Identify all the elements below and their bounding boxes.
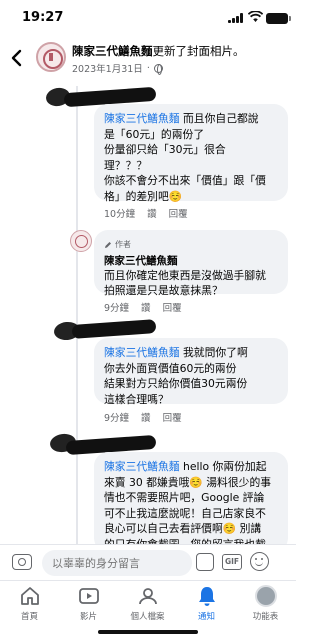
- comment-composer: GIF: [0, 544, 296, 580]
- comment-time: 9分鐘: [104, 303, 130, 314]
- camera-icon[interactable]: [12, 554, 32, 570]
- post-date[interactable]: 2023年1月31日: [72, 61, 143, 75]
- comment-text-line: 來賣 30 都嫌貴哦☺️ 湯料很少的事: [104, 475, 272, 489]
- tab-video[interactable]: 影片: [59, 585, 118, 622]
- post-header: 陳家三代鱔魚麵更新了封面相片。 2023年1月31日 ·: [0, 38, 296, 80]
- battery-icon: [266, 13, 291, 24]
- sticker-icon[interactable]: [196, 553, 214, 571]
- page-name[interactable]: 陳家三代鱔魚麵: [72, 44, 153, 58]
- mention-link[interactable]: 陳家三代鱔魚麵: [104, 460, 180, 473]
- comment-text-line: 你去外面買價值60元的兩份: [104, 361, 237, 375]
- tab-profile[interactable]: 個人檔案: [118, 585, 177, 622]
- post-title: 陳家三代鱔魚麵更新了封面相片。: [72, 44, 245, 59]
- tab-menu[interactable]: 功能表: [236, 585, 295, 622]
- comment-text-line: 這樣合理嗎？: [104, 392, 169, 406]
- comment-actions: 10分鐘 讚 回覆: [104, 206, 188, 220]
- like-button[interactable]: 讚: [141, 300, 151, 314]
- comment-time: 10分鐘: [104, 209, 136, 220]
- comment-text-line: 格」的差別吧☺️: [104, 189, 183, 203]
- like-button[interactable]: 讚: [147, 206, 157, 220]
- comment-text-line: 良心可以自己去看評價啊☺️ 別講: [104, 522, 262, 535]
- comment-actions: 9分鐘 讚 回覆: [104, 300, 182, 314]
- bell-icon: [198, 587, 215, 606]
- video-icon: [78, 588, 99, 604]
- globe-icon: [153, 63, 163, 75]
- post-action: 更新了封面相片。: [152, 44, 245, 58]
- back-arrow-icon[interactable]: [6, 46, 28, 70]
- comment-text-line: 可不止我這麼說呢！自己店家良不: [104, 506, 266, 520]
- comment-bubble[interactable]: 陳家三代鱔魚麵 而且你自己都說 是「60元」的兩份了 份量卻只給「30元」很合 …: [94, 104, 288, 203]
- like-button[interactable]: 讚: [141, 410, 151, 424]
- comment-text-line: 是「60元」的兩份了: [104, 127, 205, 141]
- tab-label: 通知: [197, 612, 215, 622]
- gif-icon[interactable]: GIF: [222, 554, 242, 570]
- redacted-name-scribble: [71, 319, 157, 339]
- comment-text-line: 而且你確定他東西是沒做過手腳就: [104, 268, 266, 282]
- reply-button[interactable]: 回覆: [169, 206, 188, 220]
- comment-actions: 9分鐘 讚 回覆: [104, 410, 182, 424]
- mention-link[interactable]: 陳家三代鱔魚麵: [104, 346, 180, 359]
- comment-text-line: 情也不需要照片吧，Google 評論: [104, 491, 265, 504]
- tab-label: 功能表: [252, 612, 279, 622]
- author-badge: 作者: [104, 237, 278, 253]
- post-meta: 2023年1月31日 ·: [72, 61, 163, 75]
- comment-bubble[interactable]: 陳家三代鱔魚麵 我就問你了啊 你去外面買價值60元的兩份 結果對方只給你價值30…: [94, 338, 288, 406]
- tab-home[interactable]: 首頁: [0, 585, 59, 622]
- comment-time: 9分鐘: [104, 413, 130, 424]
- comment-text-line: hello 你兩份加起: [179, 460, 267, 473]
- comment-text-line: 你該不會分不出來「價值」跟「價: [104, 174, 266, 187]
- signal-icon: [228, 13, 245, 23]
- tab-notifications[interactable]: 通知: [177, 585, 236, 622]
- profile-icon: [138, 588, 157, 605]
- comment-text-line: 拍照還是只是故意抹黑？: [104, 284, 223, 297]
- comment-input[interactable]: [42, 550, 192, 576]
- tab-label: 影片: [79, 612, 97, 622]
- comment-bubble[interactable]: 陳家三代鱔魚麵 hello 你兩份加起 來賣 30 都嫌貴哦☺️ 湯料很少的事 …: [94, 452, 288, 552]
- tab-label: 首頁: [20, 612, 38, 622]
- author-avatar[interactable]: [70, 230, 92, 252]
- home-icon: [20, 587, 39, 605]
- dot-separator: ·: [146, 62, 150, 74]
- comment-text-line: 而且你自己都說: [179, 112, 259, 125]
- comment-text-line: 結果對方只給你價值30元兩份: [104, 377, 248, 390]
- emoji-icon[interactable]: [250, 552, 269, 571]
- comment-text-line: 份量卻只給「30元」很合: [104, 143, 226, 156]
- page-avatar[interactable]: [36, 42, 66, 72]
- comment-bubble[interactable]: 作者 陳家三代鱔魚麵 而且你確定他東西是沒做過手腳就 拍照還是只是故意抹黑？: [94, 230, 288, 297]
- comment-text-line: 我就問你了啊: [179, 346, 248, 359]
- status-bar: 19:27: [0, 0, 296, 38]
- status-time: 19:27: [22, 10, 64, 25]
- mention-link[interactable]: 陳家三代鱔魚麵: [104, 112, 180, 125]
- wifi-icon: [248, 11, 263, 22]
- reply-button[interactable]: 回覆: [163, 300, 182, 314]
- author-tag-label: 作者: [115, 240, 131, 249]
- home-indicator: [98, 630, 198, 634]
- pen-icon: [105, 241, 111, 248]
- author-name[interactable]: 陳家三代鱔魚麵: [104, 254, 278, 268]
- menu-avatar-icon: [254, 585, 277, 607]
- comment-text-line: 理？？？: [104, 158, 148, 172]
- tab-label: 個人檔案: [130, 612, 165, 622]
- reply-button[interactable]: 回覆: [163, 410, 182, 424]
